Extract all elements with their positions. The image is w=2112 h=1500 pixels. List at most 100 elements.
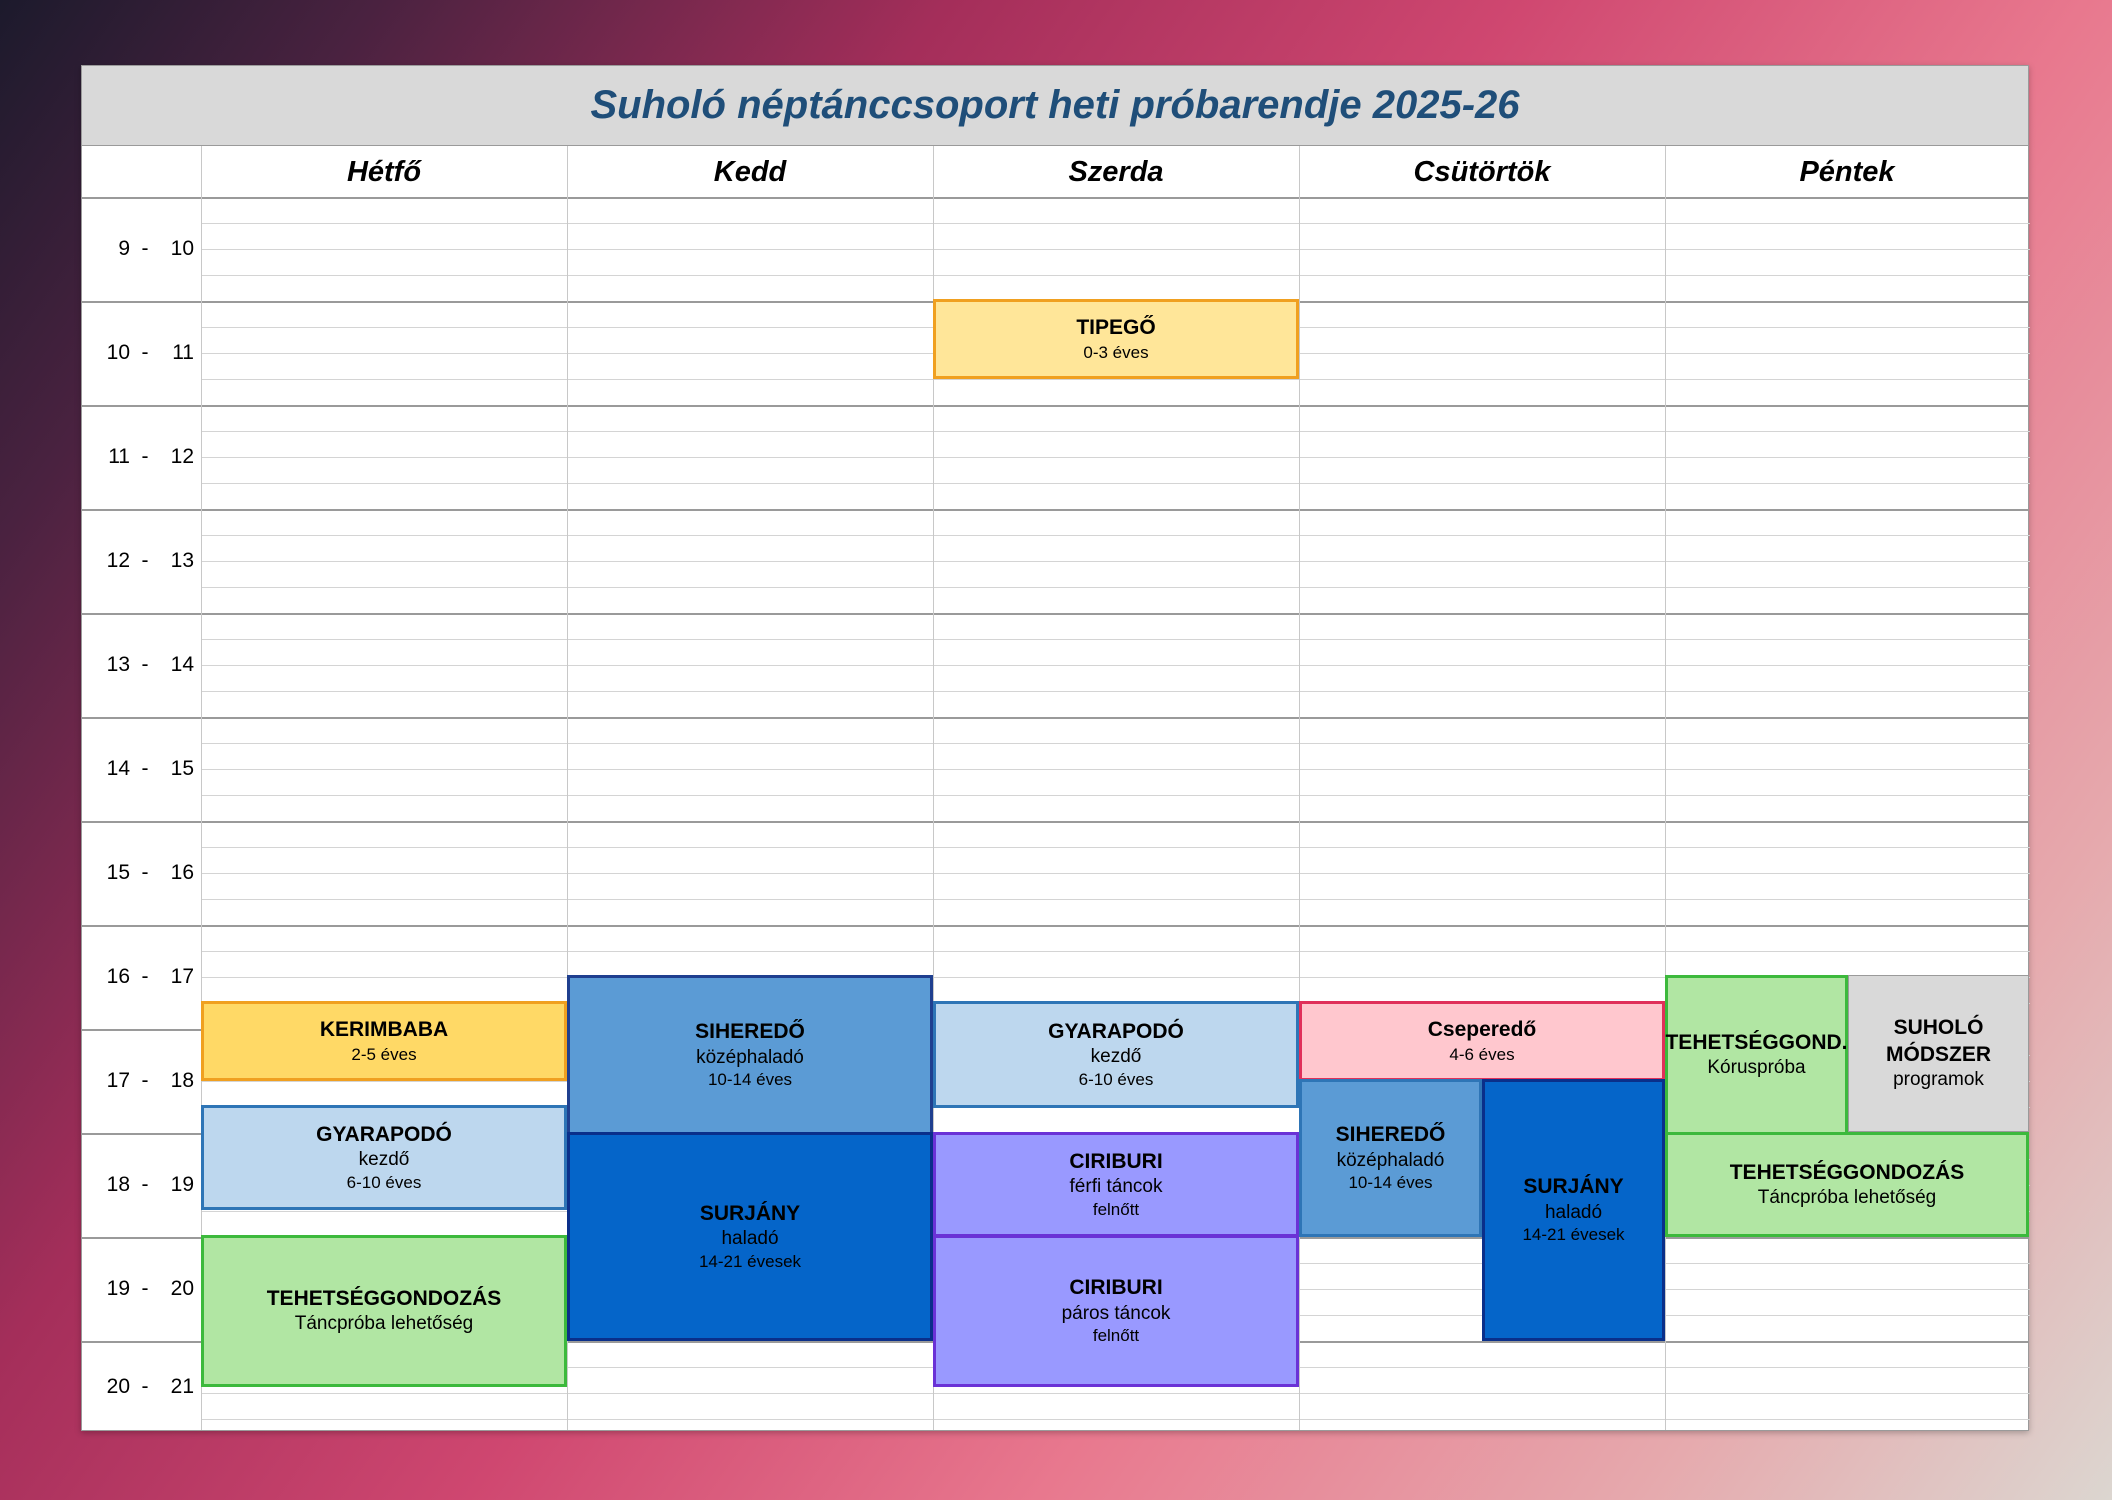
hour-to: 21 (170, 1375, 194, 1398)
page-title: Suholó néptánccsoport heti próbarendje 2… (590, 83, 1520, 127)
hour-separator: - (141, 757, 149, 780)
hour-from: 12 (106, 549, 130, 572)
hour-separator: - (141, 341, 149, 364)
event-title: KERIMBABA (319, 1018, 449, 1042)
event-tehetseggond-koruspróba[interactable]: TEHETSÉGGOND. Kóruspróba (1665, 975, 1848, 1135)
event-age: 10-14 éves (1348, 1173, 1433, 1193)
event-surjany-thursday[interactable]: SURJÁNY haladó 14-21 évesek (1482, 1079, 1665, 1341)
hour-label: 18-19 (82, 1170, 200, 1200)
quarter-line (201, 223, 2030, 224)
hour-label: 11-12 (82, 442, 200, 472)
quarter-line (201, 379, 2030, 380)
hour-separator: - (141, 549, 149, 572)
hour-line (82, 821, 2028, 823)
event-subtitle: Táncpróba lehetőség (1757, 1186, 1937, 1208)
hour-from: 10 (106, 341, 130, 364)
hour-to: 18 (170, 1069, 194, 1092)
event-gyarapodo-monday[interactable]: GYARAPODÓ kezdő 6-10 éves (201, 1105, 567, 1210)
event-age: 4-6 éves (1449, 1044, 1515, 1064)
event-title: TEHETSÉGGONDOZÁS (266, 1287, 502, 1310)
event-siheredo-thursday[interactable]: SIHEREDŐ középhaladó 10-14 éves (1299, 1079, 1482, 1237)
event-kerimbaba[interactable]: KERIMBABA 2-5 éves (201, 1001, 567, 1081)
event-title: CIRIBURI (1069, 1276, 1163, 1300)
quarter-line (201, 743, 2030, 744)
event-title: SURJÁNY (699, 1201, 801, 1225)
event-tipego[interactable]: TIPEGŐ 0-3 éves (933, 299, 1299, 379)
hour-separator: - (141, 861, 149, 884)
schedule-sheet: Suholó néptánccsoport heti próbarendje 2… (81, 65, 2030, 1431)
event-title: SURJÁNY (1523, 1175, 1624, 1199)
event-age: 6-10 éves (1078, 1069, 1154, 1089)
event-title: TIPEGŐ (1076, 316, 1156, 340)
event-title-line2: MÓDSZER (1886, 1042, 1991, 1066)
hour-separator: - (141, 1375, 149, 1398)
day-header-thursday: Csütörtök (1413, 155, 1551, 188)
hour-separator: - (141, 1069, 149, 1092)
quarter-line (201, 535, 2030, 536)
quarter-line (201, 769, 2030, 770)
event-ciriburi-ferfi[interactable]: CIRIBURI férfi táncok felnőtt (933, 1132, 1299, 1237)
hour-to: 10 (170, 237, 194, 260)
hour-separator: - (141, 1173, 149, 1196)
event-suholo-modszer[interactable]: SUHOLÓ MÓDSZER programok (1848, 975, 2029, 1132)
hour-to: 19 (170, 1173, 194, 1196)
event-title: TEHETSÉGGONDOZÁS (1729, 1160, 1965, 1184)
event-age: 14-21 évesek (1522, 1225, 1625, 1245)
hour-to: 15 (170, 757, 194, 780)
event-title: CIRIBURI (1069, 1149, 1163, 1173)
quarter-line (201, 1393, 2030, 1394)
event-subtitle: férfi táncok (1069, 1176, 1163, 1198)
hour-line (82, 925, 2028, 927)
event-gyarapodo-wednesday[interactable]: GYARAPODÓ kezdő 6-10 éves (933, 1001, 1299, 1108)
hour-to: 11 (172, 341, 194, 364)
event-title: SUHOLÓ (1893, 1016, 1984, 1040)
event-siheredo-tuesday[interactable]: SIHEREDŐ középhaladó 10-14 éves (567, 975, 933, 1135)
event-level: kezdő (1090, 1046, 1142, 1068)
quarter-line (201, 249, 2030, 250)
event-ciriburi-paros[interactable]: CIRIBURI páros táncok felnőtt (933, 1235, 1299, 1387)
quarter-line (201, 561, 2030, 562)
event-level: haladó (721, 1228, 779, 1250)
hour-from: 18 (106, 1173, 130, 1196)
event-level: haladó (1544, 1201, 1603, 1223)
hour-line (82, 613, 2028, 615)
hour-to: 14 (170, 653, 194, 676)
day-header-monday: Hétfő (346, 155, 422, 188)
hour-separator: - (141, 445, 149, 468)
hour-label: 20-21 (82, 1372, 200, 1402)
day-header-wednesday: Szerda (1068, 155, 1164, 188)
hour-from: 19 (106, 1277, 130, 1300)
event-csepereddo[interactable]: Cseperedő 4-6 éves (1299, 1001, 1665, 1081)
hour-to: 16 (170, 861, 194, 884)
hour-from: 16 (106, 965, 130, 988)
hour-label: 12-13 (82, 546, 200, 576)
hour-from: 20 (106, 1375, 130, 1398)
event-subtitle: Táncpróba lehetőség (294, 1313, 474, 1335)
quarter-line (201, 665, 2030, 666)
hour-label: 15-16 (82, 858, 200, 888)
event-tehetseggondozas-monday[interactable]: TEHETSÉGGONDOZÁS Táncpróba lehetőség (201, 1235, 567, 1387)
event-level: kezdő (358, 1149, 410, 1171)
event-level: középhaladó (696, 1046, 804, 1068)
event-age: 10-14 éves (707, 1070, 793, 1090)
hour-from: 14 (106, 757, 130, 780)
hour-label: 14-15 (82, 754, 200, 784)
hour-to: 17 (170, 965, 194, 988)
quarter-line (201, 847, 2030, 848)
column-line (1299, 146, 1300, 1430)
event-tehetseggondozas-friday[interactable]: TEHETSÉGGONDOZÁS Táncpróba lehetőség (1665, 1132, 2029, 1237)
hour-to: 12 (170, 445, 194, 468)
quarter-line (201, 275, 2030, 276)
event-title: Cseperedő (1427, 1018, 1537, 1042)
quarter-line (201, 587, 2030, 588)
quarter-line (201, 691, 2030, 692)
event-title: GYARAPODÓ (316, 1122, 452, 1146)
event-subtitle: Kóruspróba (1707, 1057, 1806, 1079)
event-age: felnőtt (1092, 1326, 1140, 1346)
hour-line (82, 509, 2028, 511)
hour-to: 13 (170, 549, 194, 572)
event-surjany-tuesday[interactable]: SURJÁNY haladó 14-21 évesek (567, 1132, 933, 1341)
event-level: középhaladó (1336, 1149, 1445, 1171)
quarter-line (201, 795, 2030, 796)
hour-separator: - (141, 653, 149, 676)
